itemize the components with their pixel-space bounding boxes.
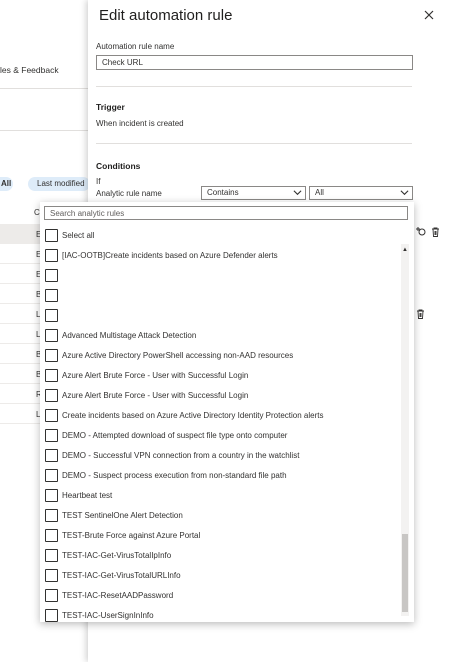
filter-pill-all[interactable]: All [0,177,13,191]
list-item[interactable]: TEST-IAC-Get-VirusTotalURLInfo [45,566,400,586]
option-label: Azure Active Directory PowerShell access… [62,351,294,360]
select-all-option[interactable]: Select all [45,226,400,246]
list-item[interactable]: Advanced Multistage Attack Detection [45,326,400,346]
scrollbar[interactable]: ▲ [401,244,409,616]
analytic-rules-dropdown-list: Select all [IAC-OOTB]Create incidents ba… [40,202,414,622]
condition-property-label: Analytic rule name [96,189,162,198]
trigger-value: When incident is created [96,119,184,128]
list-item[interactable]: TEST-IAC-UserSignInInfo [45,606,400,626]
values-value: All [315,188,324,197]
option-label: Create incidents based on Azure Active D… [62,411,324,420]
checkbox[interactable] [45,249,58,262]
list-item[interactable]: TEST-IAC-ResetAADPassword [45,586,400,606]
operator-dropdown[interactable]: Contains [201,186,306,200]
option-label: TEST SentinelOne Alert Detection [62,511,183,520]
section-divider [96,143,412,144]
divider [0,88,88,89]
checkbox[interactable] [45,349,58,362]
list-item[interactable]: DEMO - Attempted download of suspect fil… [45,426,400,446]
checkbox[interactable] [45,549,58,562]
checkbox[interactable] [45,469,58,482]
checkbox[interactable] [45,309,58,322]
divider [0,130,88,131]
scrollbar-thumb[interactable] [402,534,408,612]
checkbox[interactable] [45,529,58,542]
checkbox[interactable] [45,229,58,242]
option-label: DEMO - Successful VPN connection from a … [62,451,300,460]
checkbox[interactable] [45,489,58,502]
checkbox[interactable] [45,409,58,422]
help-feedback-link[interactable]: les & Feedback [0,65,59,75]
checkbox[interactable] [45,569,58,582]
option-label: DEMO - Suspect process execution from no… [62,471,287,480]
option-label: Advanced Multistage Attack Detection [62,331,197,340]
trigger-heading: Trigger [96,102,125,112]
option-label: TEST-IAC-UserSignInInfo [62,611,154,620]
list-item[interactable]: Azure Alert Brute Force - User with Succ… [45,366,400,386]
list-item[interactable] [45,266,400,286]
add-action-icon[interactable] [416,226,427,240]
rule-name-input[interactable] [96,55,413,70]
conditions-heading: Conditions [96,161,141,171]
list-item[interactable]: TEST-IAC-Get-VirusTotalIpInfo [45,546,400,566]
chevron-down-icon [293,188,302,197]
option-label: Azure Alert Brute Force - User with Succ… [62,371,249,380]
checkbox[interactable] [45,609,58,622]
chevron-down-icon [400,188,409,197]
list-item[interactable]: Create incidents based on Azure Active D… [45,406,400,426]
checkbox[interactable] [45,449,58,462]
option-label: [IAC-OOTB]Create incidents based on Azur… [62,251,278,260]
list-item[interactable]: Azure Alert Brute Force - User with Succ… [45,386,400,406]
list-item[interactable] [45,286,400,306]
list-item[interactable]: TEST SentinelOne Alert Detection [45,506,400,526]
close-icon [424,10,434,20]
if-label: If [96,177,101,186]
option-label: TEST-IAC-Get-VirusTotalIpInfo [62,551,172,560]
option-label: Select all [62,231,95,240]
checkbox[interactable] [45,289,58,302]
values-dropdown[interactable]: All [309,186,413,200]
checkbox[interactable] [45,329,58,342]
delete-icon[interactable] [431,227,440,240]
filter-pill-last-modified[interactable]: Last modified [28,177,90,191]
list-item[interactable]: [IAC-OOTB]Create incidents based on Azur… [45,246,400,266]
option-label: TEST-IAC-Get-VirusTotalURLInfo [62,571,181,580]
checkbox[interactable] [45,389,58,402]
close-button[interactable] [422,8,436,22]
panel-title: Edit automation rule [99,7,233,24]
checkbox[interactable] [45,509,58,522]
operator-value: Contains [207,188,239,197]
scroll-up-icon[interactable]: ▲ [401,246,409,254]
list-item[interactable]: DEMO - Successful VPN connection from a … [45,446,400,466]
section-divider [96,86,412,87]
rule-name-label: Automation rule name [96,42,175,51]
list-item[interactable]: Heartbeat test [45,486,400,506]
option-label: TEST-Brute Force against Azure Portal [62,531,201,540]
list-item[interactable]: Azure Active Directory PowerShell access… [45,346,400,366]
option-label: Heartbeat test [62,491,113,500]
option-label: TEST-IAC-ResetAADPassword [62,591,174,600]
checkbox[interactable] [45,589,58,602]
list-item[interactable]: TEST-Brute Force against Azure Portal [45,526,400,546]
search-analytic-rules-input[interactable] [44,206,408,220]
checkbox[interactable] [45,429,58,442]
list-item[interactable]: DEMO - Suspect process execution from no… [45,466,400,486]
delete-icon[interactable] [416,309,425,322]
column-header[interactable]: C [34,208,40,217]
option-label: DEMO - Attempted download of suspect fil… [62,431,288,440]
checkbox[interactable] [45,369,58,382]
list-item[interactable] [45,306,400,326]
option-label: Azure Alert Brute Force - User with Succ… [62,391,249,400]
checkbox[interactable] [45,269,58,282]
